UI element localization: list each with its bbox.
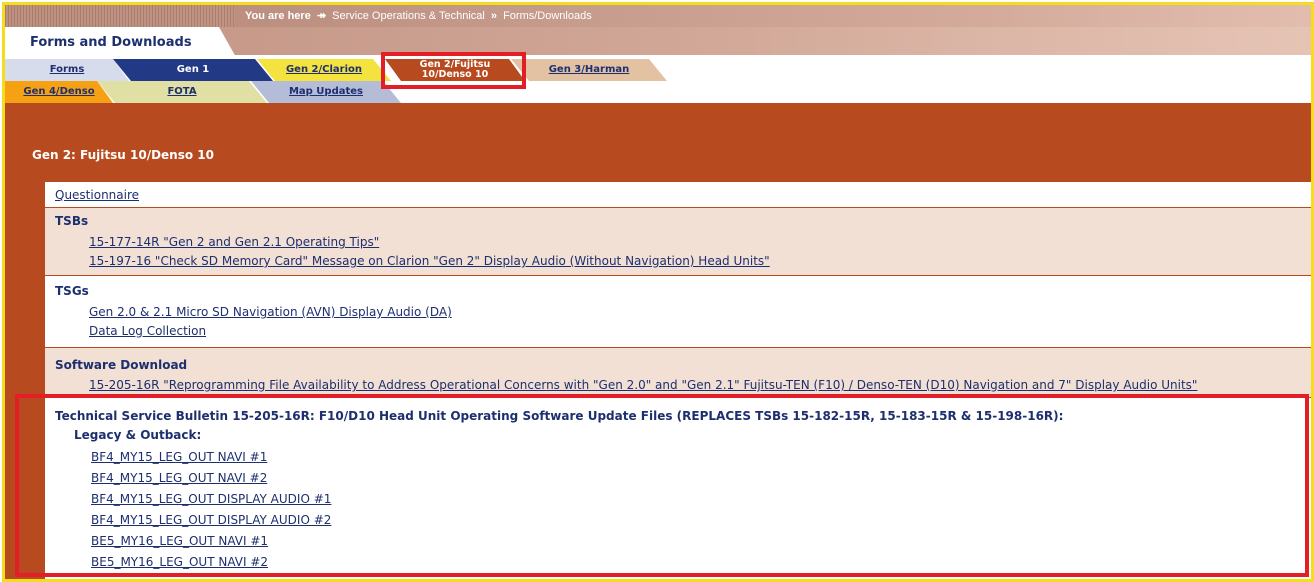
update-file-link[interactable]: BF4_MY15_LEG_OUT NAVI #2 <box>91 471 267 485</box>
tsb-link-2[interactable]: 15-197-16 "Check SD Memory Card" Message… <box>89 254 770 268</box>
tab-forms[interactable]: Forms <box>5 59 129 81</box>
tab-gen2-clarion[interactable]: Gen 2/Clarion <box>257 59 391 81</box>
tsg-link-1[interactable]: Gen 2.0 & 2.1 Micro SD Navigation (AVN) … <box>89 305 452 319</box>
tsbs-heading: TSBs <box>55 214 89 228</box>
breadcrumb-item-service[interactable]: Service Operations & Technical <box>332 10 485 22</box>
breadcrumb-prefix: You are here <box>245 10 311 22</box>
update-file-link[interactable]: BF4_MY15_LEG_OUT DISPLAY AUDIO #1 <box>91 492 331 506</box>
update-file-link[interactable]: BF4_MY15_LEG_OUT DISPLAY AUDIO #2 <box>91 513 331 527</box>
technical-bulletin-row: Technical Service Bulletin 15-205-16R: F… <box>45 398 1311 579</box>
tab-label: Gen 3/Harman <box>548 64 630 75</box>
tab-gen1[interactable]: Gen 1 <box>113 59 273 81</box>
tsgs-heading: TSGs <box>55 284 89 298</box>
page-title: Forms and Downloads <box>30 35 192 50</box>
update-file-link[interactable]: BE5_MY16_LEG_OUT NAVI #2 <box>91 555 268 569</box>
double-arrow-icon: ↠ <box>316 10 327 22</box>
tab-label: Forms <box>49 64 85 75</box>
top-banner: You are here ↠ Service Operations & Tech… <box>5 5 1311 27</box>
breadcrumb: You are here ↠ Service Operations & Tech… <box>245 9 592 22</box>
breadcrumb-item-forms[interactable]: Forms/Downloads <box>503 10 592 22</box>
questionnaire-row: Questionnaire <box>45 182 1311 208</box>
page-title-tab: Forms and Downloads <box>5 27 237 59</box>
questionnaire-link[interactable]: Questionnaire <box>55 188 139 202</box>
tab-label: Map Updates <box>288 86 364 97</box>
tsb-link-1[interactable]: 15-177-14R "Gen 2 and Gen 2.1 Operating … <box>89 235 379 249</box>
tsbs-row: TSBs 15-177-14R "Gen 2 and Gen 2.1 Opera… <box>45 208 1311 276</box>
tab-label: FOTA <box>167 86 197 97</box>
tab-label-line2: 10/Denso 10 <box>421 69 489 80</box>
software-download-heading: Software Download <box>55 358 188 372</box>
tab-gen3-harman[interactable]: Gen 3/Harman <box>511 59 667 81</box>
section-title: Gen 2: Fujitsu 10/Denso 10 <box>32 148 214 162</box>
tab-gen2-fujitsu-active[interactable]: Gen 2/Fujitsu 10/Denso 10 <box>385 59 525 81</box>
breadcrumb-separator: » <box>490 10 498 22</box>
tab-label: Gen 2/Clarion <box>285 64 363 75</box>
tab-map-updates[interactable]: Map Updates <box>251 81 401 103</box>
tab-gen4-denso[interactable]: Gen 4/Denso <box>5 81 113 103</box>
update-file-link[interactable]: BF4_MY15_LEG_OUT NAVI #1 <box>91 450 267 464</box>
software-download-link[interactable]: 15-205-16R "Reprogramming File Availabil… <box>89 378 1197 392</box>
software-download-row: Software Download 15-205-16R "Reprogramm… <box>45 348 1311 398</box>
tab-label: Gen 4/Denso <box>23 86 95 97</box>
tab-label: Gen 1 <box>176 64 210 75</box>
tab-fota[interactable]: FOTA <box>97 81 267 103</box>
update-file-link[interactable]: BE5_MY16_LEG_OUT NAVI #1 <box>91 534 268 548</box>
technical-bulletin-heading: Technical Service Bulletin 15-205-16R: F… <box>55 409 1064 423</box>
page-frame: You are here ↠ Service Operations & Tech… <box>2 2 1314 582</box>
tsg-link-2[interactable]: Data Log Collection <box>89 324 206 338</box>
banner-pattern <box>5 5 235 27</box>
legacy-outback-subheading: Legacy & Outback: <box>74 428 202 442</box>
downloads-panel: Questionnaire TSBs 15-177-14R "Gen 2 and… <box>45 182 1311 579</box>
tsgs-row: TSGs Gen 2.0 & 2.1 Micro SD Navigation (… <box>45 276 1311 348</box>
